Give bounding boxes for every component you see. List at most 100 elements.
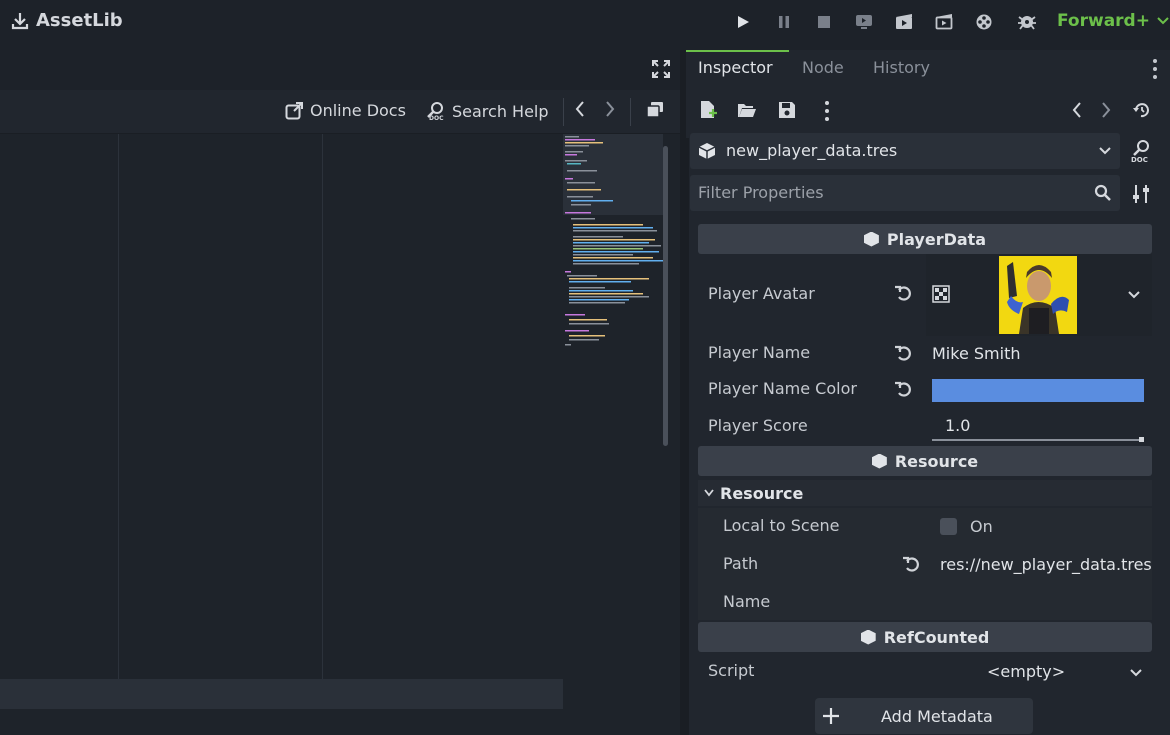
editor-toolbar: Online Docs DOC Search Help (0, 90, 680, 134)
recent-history-button[interactable] (1132, 101, 1152, 123)
reload-icon (895, 345, 911, 361)
name-label: Name (723, 592, 771, 611)
filter-properties-input[interactable]: Filter Properties (690, 175, 1120, 211)
download-icon (11, 12, 29, 29)
player-name-color-label: Player Name Color (708, 379, 857, 398)
player-name-label: Player Name (708, 343, 811, 362)
revert-player-name-button[interactable] (894, 344, 914, 367)
tab-inspector[interactable]: Inspector (698, 58, 773, 77)
make-floating-button[interactable] (646, 101, 664, 123)
play-custom-scene-button[interactable] (929, 8, 959, 36)
tab-node[interactable]: Node (802, 58, 844, 77)
play-scene-button[interactable] (889, 8, 919, 36)
debug-icon (1018, 16, 1036, 30)
section-playerdata[interactable]: PlayerData (698, 224, 1152, 254)
player-name-color-picker[interactable] (932, 379, 1144, 402)
path-label: Path (723, 554, 759, 573)
extra-options-button[interactable] (824, 100, 830, 126)
history-forward-button[interactable] (604, 100, 616, 122)
movie-maker-button[interactable] (969, 8, 999, 36)
player-score-spinslider[interactable]: 1.0 (932, 412, 1144, 442)
debug-button[interactable] (1012, 8, 1042, 36)
chevron-left-icon (575, 101, 584, 117)
chevron-right-icon (606, 101, 615, 117)
resource-selector[interactable]: new_player_data.tres (690, 133, 1120, 169)
player-avatar-label: Player Avatar (708, 284, 815, 303)
inspector-left-border (686, 138, 689, 735)
history-back-button[interactable] (574, 100, 586, 123)
script-picker[interactable]: <empty> (926, 656, 1152, 688)
minimap[interactable] (563, 134, 663, 354)
new-resource-button[interactable] (698, 100, 718, 124)
pause-button[interactable] (769, 8, 799, 36)
group-resource[interactable]: Resource (698, 480, 1152, 506)
search-help-button[interactable]: DOC Search Help (426, 101, 549, 121)
property-sort-button[interactable] (1132, 184, 1150, 208)
play-icon (738, 16, 749, 28)
script-editor: Online Docs DOC Search Help (0, 50, 680, 735)
tab-history[interactable]: History (873, 58, 930, 77)
play-button[interactable] (728, 8, 758, 36)
remote-debug-button[interactable] (849, 8, 879, 36)
active-tab-indicator (686, 50, 789, 52)
load-resource-button[interactable] (737, 101, 757, 123)
svg-text:DOC: DOC (429, 115, 444, 121)
player-score-label: Player Score (708, 416, 808, 435)
object-back-button[interactable] (1071, 101, 1083, 123)
revert-player-name-color-button[interactable] (894, 380, 914, 403)
local-to-scene-checkbox[interactable]: On (940, 517, 993, 536)
cube-icon (860, 629, 876, 645)
revert-path-button[interactable] (902, 555, 922, 578)
online-docs-button[interactable]: Online Docs (285, 101, 406, 120)
group-resource-label: Resource (720, 483, 804, 503)
online-docs-label: Online Docs (310, 101, 406, 120)
save-resource-button[interactable] (778, 101, 796, 123)
section-refcounted-label: RefCounted (883, 627, 990, 647)
revert-player-avatar-button[interactable] (894, 284, 914, 307)
expand-icon (652, 60, 670, 78)
section-refcounted[interactable]: RefCounted (698, 622, 1152, 652)
slider-grabber[interactable] (1139, 437, 1144, 442)
dock-splitter[interactable] (680, 50, 686, 735)
name-field[interactable] (934, 588, 1152, 618)
pause-icon (779, 16, 789, 28)
assetlib-label: AssetLib (36, 10, 123, 31)
dock-tabs: Inspector Node History (686, 50, 1170, 88)
open-documentation-button[interactable]: DOC (1130, 139, 1154, 167)
code-panel[interactable] (0, 134, 680, 735)
reload-icon (903, 556, 919, 572)
toolbar-separator (630, 98, 631, 126)
chevron-down-icon (1099, 147, 1111, 155)
dock-menu-button[interactable] (1152, 58, 1158, 84)
local-to-scene-label: Local to Scene (723, 516, 840, 535)
section-resource-label: Resource (894, 451, 979, 471)
chevron-right-icon (1102, 102, 1111, 118)
object-forward-button[interactable] (1100, 101, 1112, 123)
avatar-texture-picker[interactable] (926, 254, 1152, 336)
inspector-dock: Inspector Node History new_player_data.t… (686, 50, 1170, 735)
renderer-dropdown[interactable]: Forward+ (1057, 11, 1170, 31)
sort-tools-icon (1133, 185, 1149, 203)
vertical-scrollbar[interactable] (663, 146, 668, 446)
chevron-down-icon (704, 489, 714, 497)
search-help-icon: DOC (427, 102, 444, 121)
stop-button[interactable] (809, 8, 839, 36)
movie-maker-icon (976, 14, 992, 30)
filter-placeholder: Filter Properties (698, 183, 824, 202)
path-field[interactable]: res://new_player_data.tres (934, 550, 1152, 580)
remote-debug-icon (856, 15, 872, 29)
assetlib-button[interactable]: AssetLib (10, 10, 123, 31)
column-guide (118, 134, 119, 709)
reload-icon (895, 285, 911, 301)
player-score-value: 1.0 (945, 416, 971, 435)
new-resource-icon (701, 101, 717, 118)
script-value: <empty> (987, 662, 1066, 681)
script-label: Script (708, 661, 755, 680)
reload-icon (895, 381, 911, 397)
search-help-label: Search Help (452, 101, 549, 121)
add-metadata-button[interactable]: Add Metadata (815, 698, 1033, 734)
section-resource[interactable]: Resource (698, 446, 1152, 476)
distraction-free-button[interactable] (651, 59, 671, 83)
svg-text:DOC: DOC (1131, 156, 1148, 163)
player-name-field[interactable]: Mike Smith (926, 340, 1152, 370)
